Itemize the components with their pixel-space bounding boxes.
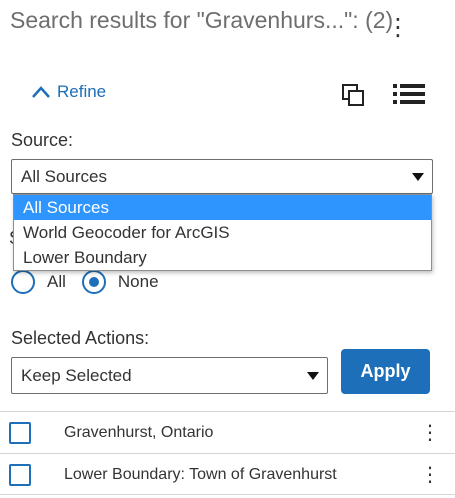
- more-vertical-icon[interactable]: ⋮: [386, 16, 410, 40]
- result-label[interactable]: Lower Boundary: Town of Gravenhurst: [64, 454, 337, 496]
- page-title: Search results for "Gravenhurs...": (2): [10, 7, 394, 33]
- source-select-value: All Sources: [21, 166, 107, 186]
- selected-actions-label: Selected Actions:: [11, 328, 150, 348]
- copy-icon[interactable]: [341, 83, 365, 107]
- selection-mode-group: All None: [11, 268, 175, 296]
- source-label: Source:: [11, 130, 74, 150]
- list-icon[interactable]: [393, 82, 425, 106]
- more-vertical-icon[interactable]: ⋮: [420, 465, 440, 485]
- radio-none[interactable]: [81, 270, 106, 294]
- caret-down-icon: [412, 172, 424, 181]
- refine-toggle[interactable]: Refine: [31, 80, 106, 104]
- chevron-up-icon: [32, 86, 50, 98]
- dropdown-option[interactable]: All Sources: [14, 195, 431, 220]
- dropdown-option[interactable]: World Geocoder for ArcGIS: [14, 220, 431, 245]
- result-checkbox[interactable]: [9, 464, 31, 486]
- result-checkbox[interactable]: [9, 422, 31, 444]
- radio-none-label[interactable]: None: [118, 272, 159, 292]
- result-row[interactable]: Gravenhurst, Ontario ⋮: [0, 411, 455, 453]
- source-select[interactable]: All Sources: [11, 159, 433, 194]
- radio-all[interactable]: [11, 270, 35, 294]
- result-label[interactable]: Gravenhurst, Ontario: [64, 412, 213, 454]
- source-dropdown-list[interactable]: All Sources World Geocoder for ArcGIS Lo…: [13, 194, 432, 271]
- apply-button[interactable]: Apply: [341, 349, 430, 394]
- refine-label: Refine: [57, 82, 107, 101]
- radio-all-label[interactable]: All: [47, 272, 66, 292]
- actions-select[interactable]: Keep Selected: [11, 357, 328, 394]
- caret-down-icon: [307, 371, 319, 380]
- dropdown-option[interactable]: Lower Boundary: [14, 245, 431, 270]
- actions-select-value: Keep Selected: [21, 365, 132, 385]
- result-row[interactable]: Lower Boundary: Town of Gravenhurst ⋮: [0, 453, 455, 495]
- more-vertical-icon[interactable]: ⋮: [420, 423, 440, 443]
